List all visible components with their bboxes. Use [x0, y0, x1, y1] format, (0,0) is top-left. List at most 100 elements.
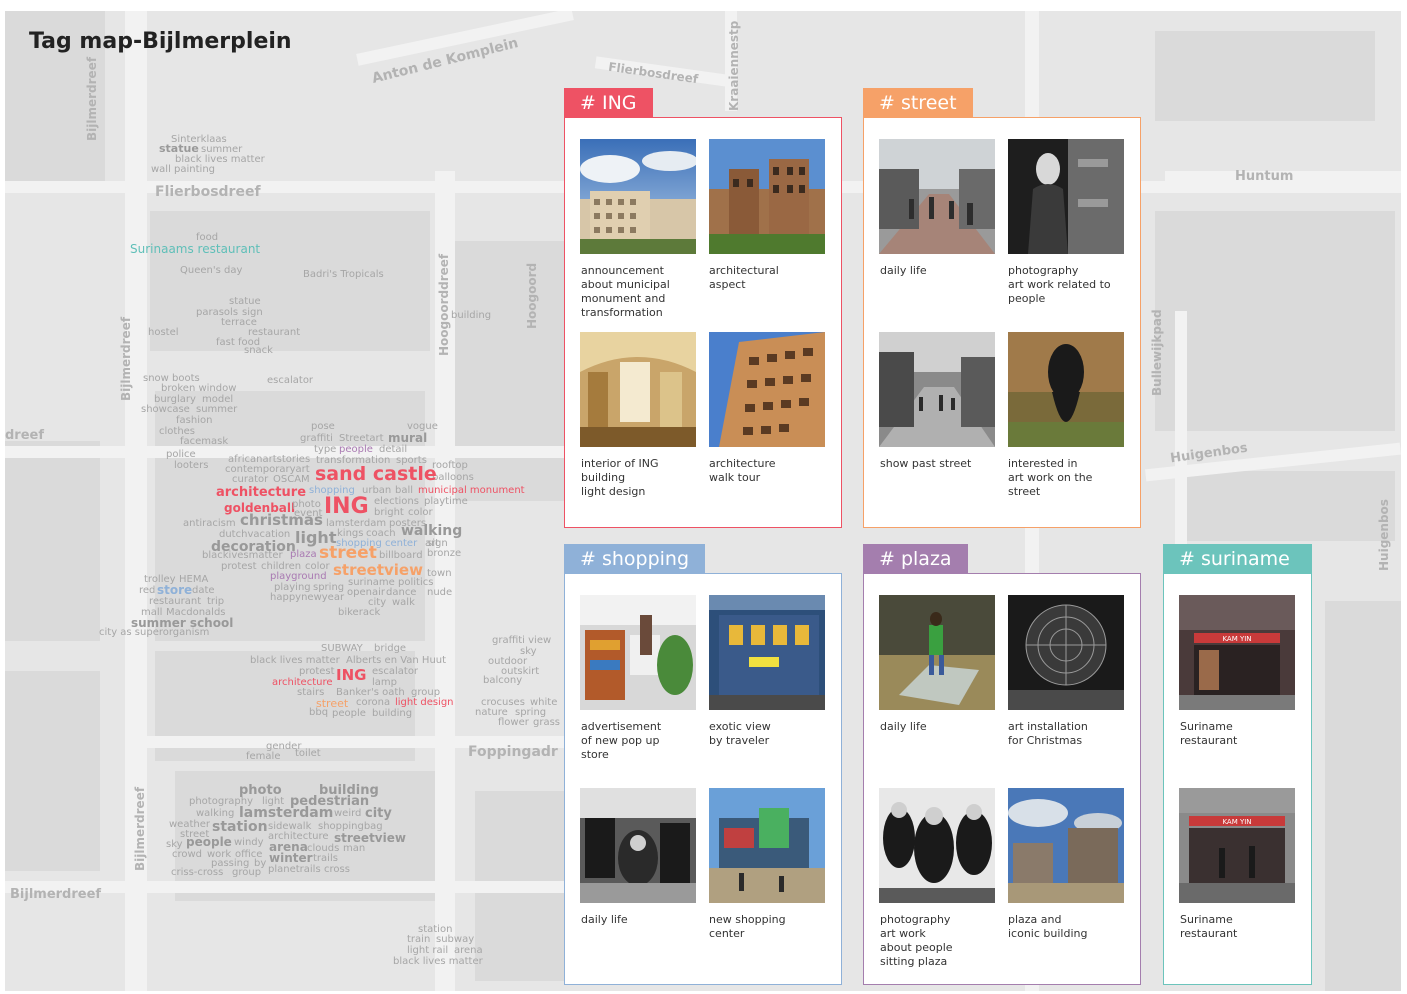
tag-word[interactable]: plaza [290, 550, 317, 560]
photo-plaza-christmas-art[interactable] [1008, 595, 1124, 710]
tag-word[interactable]: criss-cross [171, 868, 223, 878]
photo-plaza-daily-life[interactable] [879, 595, 995, 710]
tag-word[interactable]: christmas [240, 513, 323, 528]
tag-word[interactable]: Badri's Tropicals [303, 270, 384, 280]
tag-word[interactable]: city [365, 807, 392, 820]
tag-word[interactable]: protest [299, 667, 335, 677]
tag-word[interactable]: playground [270, 572, 327, 582]
tag-word[interactable]: showcase [141, 405, 190, 415]
photo-street-sculpture[interactable] [1008, 332, 1124, 447]
tag-word[interactable]: light design [395, 698, 454, 708]
tag-word[interactable]: man [343, 844, 365, 854]
tag-word[interactable]: date [192, 586, 215, 596]
tag-word[interactable]: escalator [267, 376, 313, 386]
tag-word[interactable]: happynewyear [270, 593, 344, 603]
photo-ing-walk-tour[interactable] [709, 332, 825, 447]
tag-word[interactable]: hostel [148, 328, 179, 338]
tag-word[interactable]: people [332, 709, 366, 719]
tag-word[interactable]: summer [196, 405, 237, 415]
panel-ing-title[interactable]: # ING [564, 88, 653, 118]
tag-word[interactable]: lamsterdam [239, 806, 333, 820]
panel-street-title[interactable]: # street [863, 88, 973, 118]
tag-word[interactable]: escalator [372, 667, 418, 677]
tag-word[interactable]: arena [454, 946, 483, 956]
tag-word[interactable]: Alberts en Van Huut [346, 656, 446, 666]
tag-word[interactable]: architecture [216, 486, 306, 499]
photo-shopping-exotic-view[interactable] [709, 595, 825, 710]
tag-word[interactable]: balloons [432, 473, 474, 483]
photo-suriname-restaurant-2[interactable]: KAM YIN [1179, 788, 1295, 903]
photo-ing-interior[interactable] [580, 332, 696, 447]
tag-word[interactable]: police [166, 450, 196, 460]
tag-word[interactable]: color [408, 508, 433, 518]
tag-word[interactable]: snack [244, 346, 273, 356]
tag-word[interactable]: winter [269, 852, 313, 864]
photo-street-past[interactable] [879, 332, 995, 447]
tag-word[interactable]: ING [324, 496, 369, 518]
tag-word[interactable]: windy [234, 838, 264, 848]
photo-street-art-people[interactable] [1008, 139, 1124, 254]
tag-word[interactable]: grass [533, 718, 560, 728]
photo-plaza-iconic-building[interactable] [1008, 788, 1124, 903]
tag-word[interactable]: cross [324, 865, 350, 875]
tag-word[interactable]: OSCAM [273, 475, 310, 485]
tag-word[interactable]: store [157, 584, 192, 596]
tag-word[interactable]: walking [401, 524, 462, 538]
tag-word[interactable]: restaurant [149, 597, 201, 607]
tag-word[interactable]: walk [392, 598, 415, 608]
tag-word[interactable]: balcony [483, 676, 522, 686]
photo-shopping-popup-store[interactable] [580, 595, 696, 710]
tag-word[interactable]: people [186, 836, 232, 848]
tag-word[interactable]: fashion [176, 416, 212, 426]
panel-plaza-title[interactable]: # plaza [863, 544, 968, 574]
tag-word[interactable]: protest [221, 562, 257, 572]
tag-word[interactable]: building [372, 709, 412, 719]
tag-word[interactable]: detail [379, 445, 407, 455]
tag-word[interactable]: facemask [180, 437, 228, 447]
tag-word[interactable]: black lives matter [393, 957, 483, 967]
tag-word[interactable]: SUBWAY [321, 644, 363, 654]
photo-ing-building-sky[interactable] [580, 139, 696, 254]
photo-suriname-restaurant[interactable]: KAM YIN [1179, 595, 1295, 710]
tag-word[interactable]: Streetart [339, 434, 384, 444]
tag-word[interactable]: sand castle [315, 465, 437, 484]
tag-word[interactable]: black lives matter [250, 656, 340, 666]
tag-word[interactable]: curator [232, 475, 268, 485]
tag-word[interactable]: Surinaams restaurant [130, 243, 260, 255]
tag-word[interactable]: wall painting [151, 165, 215, 175]
panel-shopping-title[interactable]: # shopping [564, 544, 706, 574]
tag-word[interactable]: ING [336, 668, 366, 683]
photo-shopping-daily-life[interactable] [580, 788, 696, 903]
tag-word[interactable]: train [407, 935, 430, 945]
tag-word[interactable]: elections [374, 497, 419, 507]
tag-word[interactable]: planetrails [268, 865, 321, 875]
tag-word[interactable]: flower [498, 718, 529, 728]
tag-word[interactable]: graffiti view [492, 636, 551, 646]
photo-shopping-new-center[interactable] [709, 788, 825, 903]
tag-word[interactable]: bridge [374, 644, 406, 654]
tag-word[interactable]: decoration [211, 540, 296, 554]
tag-word[interactable]: looters [174, 461, 208, 471]
tag-word[interactable]: street [319, 545, 377, 562]
tag-word[interactable]: graffiti [300, 434, 333, 444]
tag-word[interactable]: walking [196, 809, 234, 819]
tag-word[interactable]: nude [427, 588, 452, 598]
tag-word[interactable]: mural [388, 432, 427, 444]
tag-word[interactable]: type [314, 445, 336, 455]
tag-word[interactable]: building [451, 311, 491, 321]
tag-word[interactable]: female [246, 752, 280, 762]
tag-word[interactable]: light rail [407, 946, 448, 956]
tag-word[interactable]: billboard [379, 551, 423, 561]
tag-word[interactable]: subway [436, 935, 474, 945]
tag-word[interactable]: antiracism [183, 519, 236, 529]
tag-word[interactable]: statue [159, 143, 199, 154]
panel-suriname-title[interactable]: # suriname [1163, 544, 1312, 574]
photo-plaza-people[interactable] [879, 788, 995, 903]
tag-word[interactable]: bronze [427, 549, 461, 559]
tag-word[interactable]: Queen's day [180, 266, 242, 276]
tag-word[interactable]: streetview [333, 563, 423, 578]
tag-word[interactable]: bikerack [338, 608, 380, 618]
tag-word[interactable]: municipal monument [418, 486, 525, 496]
tag-word[interactable]: ball [395, 486, 413, 496]
tag-word[interactable]: statue [229, 297, 261, 307]
